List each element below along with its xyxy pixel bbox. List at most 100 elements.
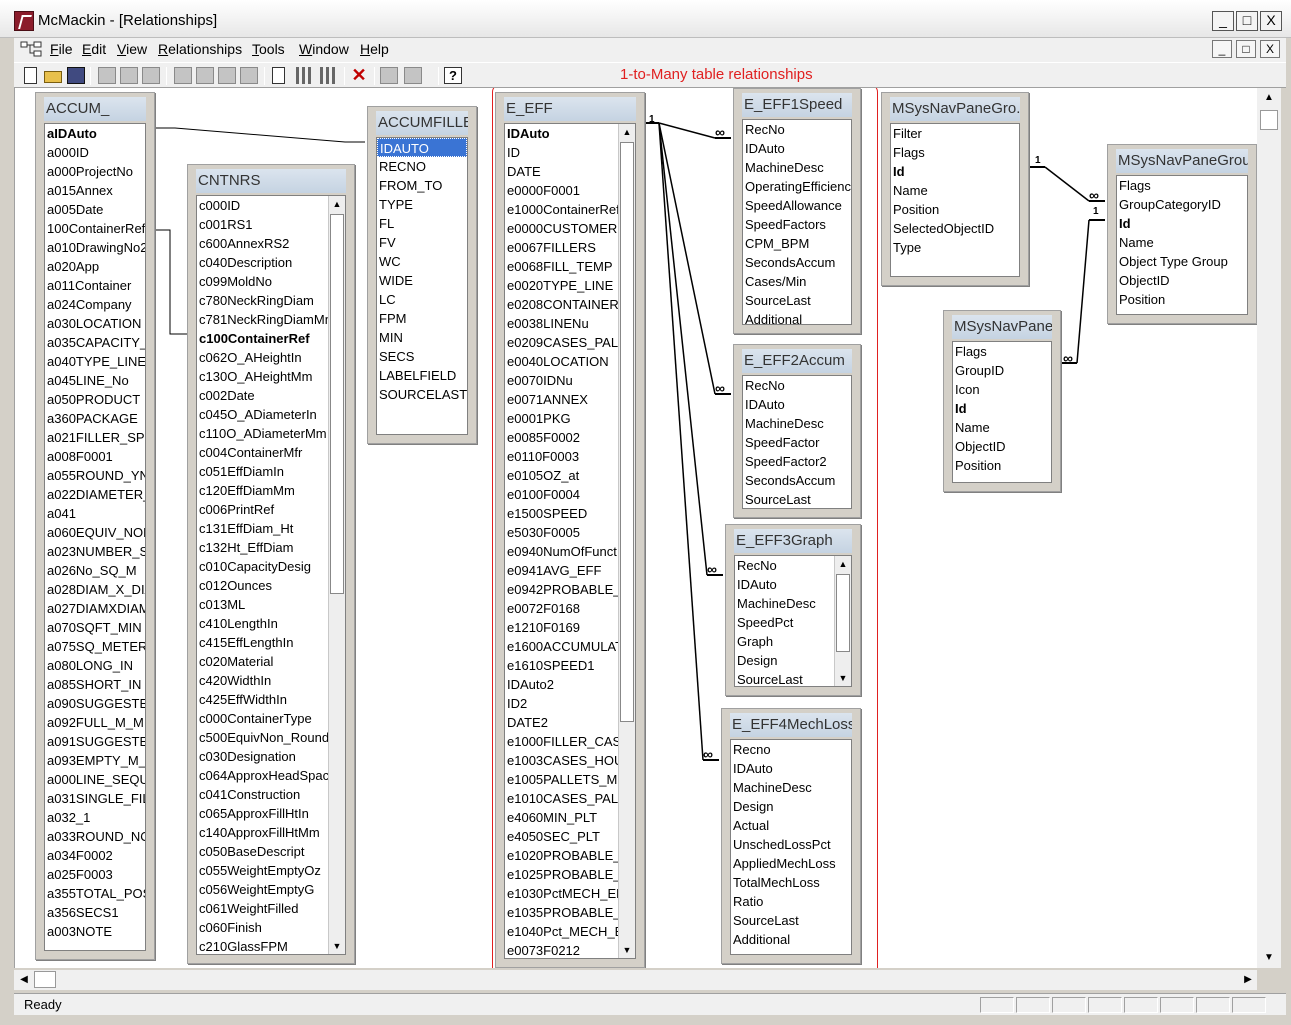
table-title[interactable]: CNTNRS: [196, 169, 346, 193]
field-item[interactable]: SourceLast: [735, 670, 834, 686]
field-item[interactable]: e4050SEC_PLT: [505, 827, 618, 846]
field-item[interactable]: a075SQ_METERS: [45, 637, 145, 656]
menu-file[interactable]: File: [50, 41, 73, 57]
field-item[interactable]: a360PACKAGE: [45, 409, 145, 428]
close-button[interactable]: X: [1260, 11, 1282, 31]
field-item[interactable]: a035CAPACITY_I: [45, 333, 145, 352]
field-list[interactable]: RecNo IDAuto MachineDesc SpeedFactor SpeedFa…: [742, 375, 852, 509]
field-item[interactable]: c210GlassFPM: [197, 937, 328, 954]
table-title[interactable]: E_EFF: [504, 97, 636, 121]
field-item[interactable]: c040Description: [197, 253, 328, 272]
field-item[interactable]: e0071ANNEX: [505, 390, 618, 409]
field-item[interactable]: SourceLast: [743, 291, 851, 310]
mdi-restore-button[interactable]: □: [1236, 40, 1256, 58]
field-item[interactable]: c002Date: [197, 386, 328, 405]
field-item[interactable]: e0110F0003: [505, 447, 618, 466]
field-item[interactable]: a000ID: [45, 143, 145, 162]
field-item[interactable]: GroupID: [953, 361, 1051, 380]
menu-window[interactable]: Window: [299, 41, 349, 57]
field-list-scrollbar[interactable]: ▲ ▼: [328, 196, 345, 954]
field-item[interactable]: a031SINGLE_FIL: [45, 789, 145, 808]
table-title[interactable]: E_EFF4MechLoss: [730, 713, 852, 737]
field-item[interactable]: a027DIAMXDIAM: [45, 599, 145, 618]
field-item[interactable]: e0105OZ_at: [505, 466, 618, 485]
field-item[interactable]: a025F0003: [45, 865, 145, 884]
table-e-eff3graph[interactable]: E_EFF3Graph RecNo IDAuto MachineDesc SpeedP…: [725, 524, 861, 696]
scroll-left-arrow-icon[interactable]: ◀: [16, 972, 32, 988]
scroll-down-arrow-icon[interactable]: ▼: [835, 670, 851, 686]
field-item[interactable]: e1020PROBABLE_S: [505, 846, 618, 865]
field-item[interactable]: e1025PROBABLE_S: [505, 865, 618, 884]
field-item[interactable]: SelectedObjectID: [891, 219, 1019, 238]
field-item[interactable]: a003NOTE: [45, 922, 145, 941]
field-item[interactable]: Graph: [735, 632, 834, 651]
field-item[interactable]: SOURCELAST: [377, 385, 467, 404]
table-msysnavpanegroupcategories[interactable]: MSysNavPaneGro... Filter Flags Id Name Posit…: [881, 92, 1029, 286]
field-item[interactable]: FPM: [377, 309, 467, 328]
field-item[interactable]: IDAuto: [735, 575, 834, 594]
field-item[interactable]: c099MoldNo: [197, 272, 328, 291]
scroll-thumb[interactable]: [620, 142, 634, 722]
field-item[interactable]: c600AnnexRS2: [197, 234, 328, 253]
field-item[interactable]: SECS: [377, 347, 467, 366]
field-item[interactable]: c030Designation: [197, 747, 328, 766]
field-item[interactable]: Name: [891, 181, 1019, 200]
field-list[interactable]: Recno IDAuto MachineDesc Design Actual Unsche…: [730, 739, 852, 955]
field-item[interactable]: e0000F0001: [505, 181, 618, 200]
field-item[interactable]: a045LINE_No: [45, 371, 145, 390]
table-e-eff2accum[interactable]: E_EFF2Accum RecNo IDAuto MachineDesc SpeedF…: [733, 344, 861, 518]
field-item[interactable]: Position: [1117, 290, 1247, 309]
field-item[interactable]: a033ROUND_NOI: [45, 827, 145, 846]
relationships-icon[interactable]: [20, 41, 42, 58]
field-item[interactable]: c010CapacityDesig: [197, 557, 328, 576]
field-item[interactable]: c000ContainerType: [197, 709, 328, 728]
field-list[interactable]: RecNo IDAuto MachineDesc SpeedPct Graph Desig…: [734, 555, 852, 687]
table-accumfiller[interactable]: ACCUMFILLER IDAUTORECNOFROM_TOTYPEFLFVWC…: [367, 106, 477, 444]
relationships-canvas[interactable]: 1 ∞ ∞ ∞ ∞ 1 ∞ 1 ∞ ACCUM_ aIDAuto a000ID a0…: [14, 88, 1257, 968]
field-item[interactable]: a020App: [45, 257, 145, 276]
field-item[interactable]: MIN: [377, 328, 467, 347]
field-item[interactable]: Design: [731, 797, 851, 816]
field-item[interactable]: e1210F0169: [505, 618, 618, 637]
field-item[interactable]: SpeedAllowance: [743, 196, 851, 215]
field-item[interactable]: e1005PALLETS_MI: [505, 770, 618, 789]
field-item[interactable]: c500EquivNon_Roundl: [197, 728, 328, 747]
field-item[interactable]: c012Ounces: [197, 576, 328, 595]
field-item[interactable]: FL: [377, 214, 467, 233]
scroll-thumb[interactable]: [836, 574, 850, 652]
field-item[interactable]: Additional: [731, 930, 851, 949]
field-item[interactable]: e0072F0168: [505, 599, 618, 618]
field-item[interactable]: RecNo: [735, 556, 834, 575]
field-item[interactable]: c060Finish: [197, 918, 328, 937]
field-item[interactable]: c781NeckRingDiamMm: [197, 310, 328, 329]
database-window-icon[interactable]: [380, 67, 398, 84]
scroll-down-arrow-icon[interactable]: ▼: [619, 942, 635, 958]
field-item[interactable]: UnschedLossPct: [731, 835, 851, 854]
field-item[interactable]: a030LOCATION: [45, 314, 145, 333]
field-item[interactable]: e0085F0002: [505, 428, 618, 447]
field-item[interactable]: Recno: [731, 740, 851, 759]
field-item[interactable]: c420WidthIn: [197, 671, 328, 690]
field-item[interactable]: LC: [377, 290, 467, 309]
table-e-eff[interactable]: E_EFF IDAuto ID DATE e0000F0001 e1000Contain…: [495, 92, 645, 968]
field-item[interactable]: c780NeckRingDiam: [197, 291, 328, 310]
field-item[interactable]: a015Annex: [45, 181, 145, 200]
field-item[interactable]: RECNO: [377, 157, 467, 176]
field-item[interactable]: e1000ContainerRef: [505, 200, 618, 219]
maximize-button[interactable]: □: [1236, 11, 1258, 31]
field-item[interactable]: aIDAuto: [45, 124, 145, 143]
menu-view[interactable]: View: [117, 41, 147, 57]
field-item[interactable]: WIDE: [377, 271, 467, 290]
field-item[interactable]: e1610SPEED1: [505, 656, 618, 675]
field-item[interactable]: e1000FILLER_CAS: [505, 732, 618, 751]
show-table-icon[interactable]: [272, 67, 285, 84]
field-item[interactable]: ObjectID: [1117, 271, 1247, 290]
field-item[interactable]: a028DIAM_X_DIA: [45, 580, 145, 599]
field-item[interactable]: a032_1: [45, 808, 145, 827]
field-item[interactable]: DATE: [505, 162, 618, 181]
help-icon[interactable]: ?: [444, 67, 462, 84]
table-e-eff1speed[interactable]: E_EFF1Speed RecNo IDAuto MachineDesc Operat…: [733, 88, 861, 334]
field-item[interactable]: a024Company: [45, 295, 145, 314]
show-direct-relationships-icon[interactable]: [296, 67, 314, 84]
field-item[interactable]: a010DrawingNo2: [45, 238, 145, 257]
